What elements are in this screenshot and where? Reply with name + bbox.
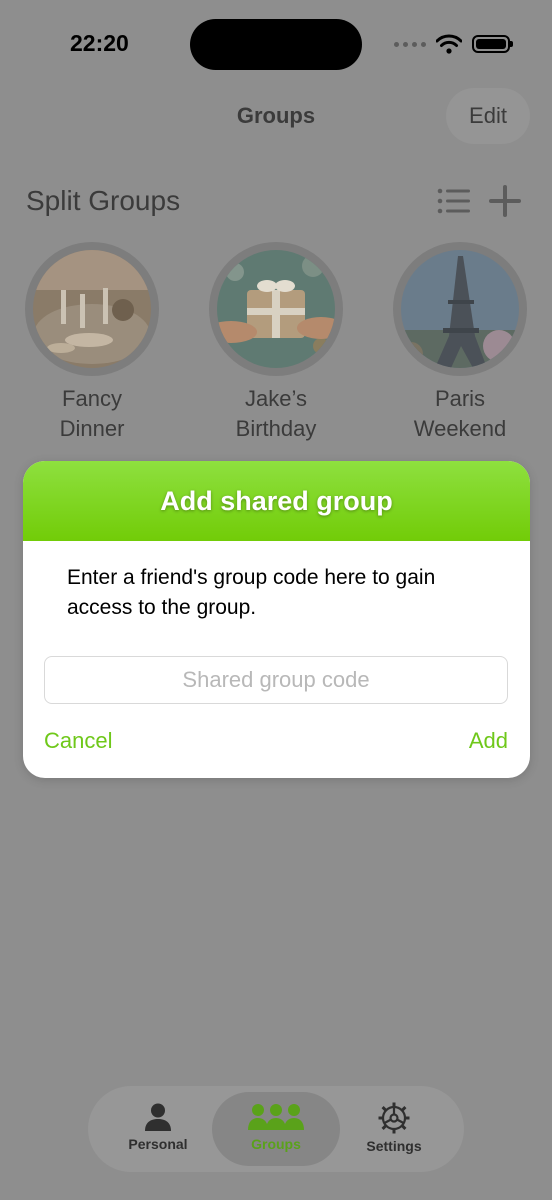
group-avatar	[393, 242, 527, 376]
cellular-signal-icon	[394, 41, 426, 47]
dialog-message: Enter a friend's group code here to gain…	[67, 566, 436, 619]
wifi-icon	[436, 34, 462, 54]
tab-settings[interactable]: Settings	[334, 1092, 454, 1166]
battery-icon	[472, 35, 513, 53]
groups-grid: Fancy Dinner Jake’s Birthday Paris Weeke…	[0, 242, 552, 447]
eiffel-tower-photo	[401, 250, 519, 368]
list-icon[interactable]	[437, 187, 471, 215]
tab-label: Groups	[251, 1136, 301, 1152]
add-shared-group-dialog: Add shared group Enter a friend's group …	[23, 461, 530, 778]
restaurant-table-photo	[33, 250, 151, 368]
add-button[interactable]: Add	[469, 728, 508, 754]
group-name: Paris Weekend	[413, 386, 507, 441]
group-name: Jake’s Birthday	[235, 386, 317, 441]
plus-icon[interactable]	[488, 184, 522, 218]
group-icon	[248, 1104, 304, 1130]
group-avatar	[209, 242, 343, 376]
gift-box-photo	[217, 250, 335, 368]
gear-icon	[378, 1102, 410, 1134]
group-tile-jakes-birthday[interactable]: Jake’s Birthday	[196, 242, 356, 444]
tab-bar: Personal Groups Settings	[88, 1086, 464, 1172]
tab-groups[interactable]: Groups	[212, 1092, 340, 1166]
tab-label: Personal	[128, 1136, 188, 1152]
person-icon	[145, 1103, 171, 1131]
status-time: 22:20	[70, 30, 129, 56]
section-title: Split Groups	[26, 185, 181, 216]
group-tile-paris-weekend[interactable]: Paris Weekend	[380, 242, 540, 444]
dialog-title: Add shared group	[23, 461, 530, 541]
group-tile-fancy-dinner[interactable]: Fancy Dinner	[12, 242, 172, 444]
cancel-button[interactable]: Cancel	[44, 728, 112, 754]
dynamic-island	[190, 19, 362, 70]
status-icons	[394, 34, 513, 54]
edit-button[interactable]: Edit	[446, 88, 530, 144]
tab-label: Settings	[366, 1138, 422, 1154]
group-name: Fancy Dinner	[59, 386, 125, 441]
group-avatar	[25, 242, 159, 376]
tab-personal[interactable]: Personal	[98, 1092, 218, 1166]
shared-group-code-input[interactable]	[44, 656, 508, 704]
